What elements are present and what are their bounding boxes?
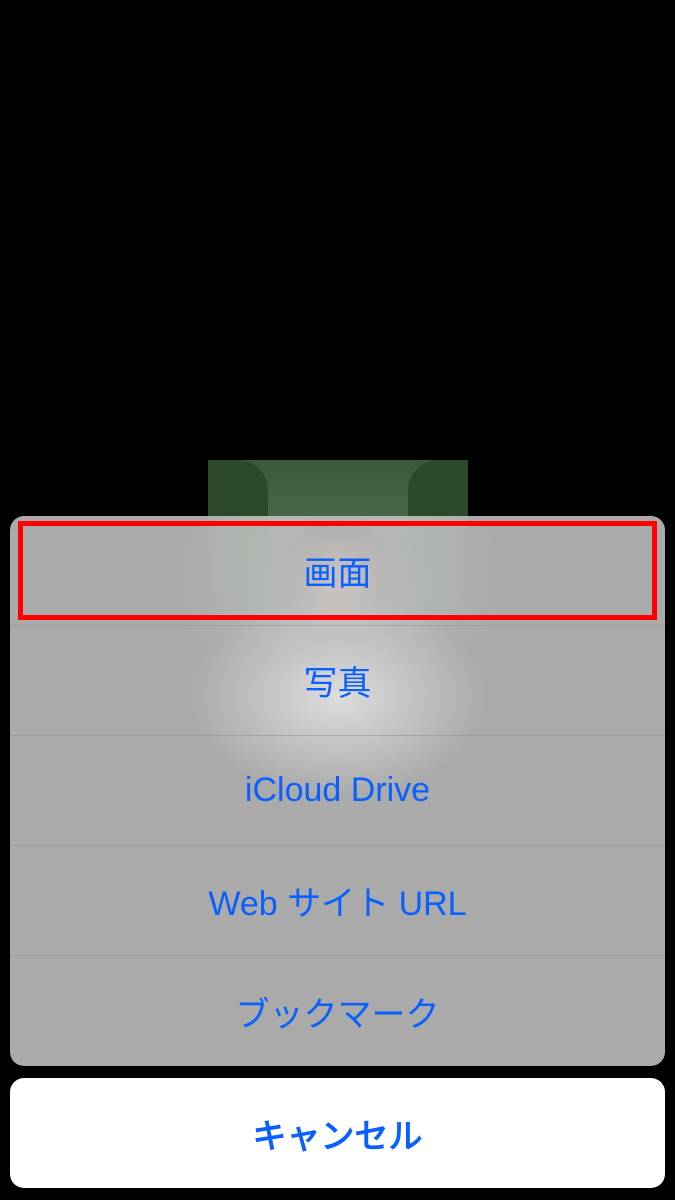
action-option-bookmarks[interactable]: ブックマーク	[10, 956, 665, 1066]
action-sheet-options-group: 画面 写真 iCloud Drive Web サイト URL ブックマーク	[10, 516, 665, 1066]
cancel-button-label: キャンセル	[253, 1109, 423, 1158]
action-option-icloud-drive[interactable]: iCloud Drive	[10, 736, 665, 846]
action-option-photos[interactable]: 写真	[10, 626, 665, 736]
action-option-label: Web サイト URL	[208, 876, 466, 925]
action-option-screen[interactable]: 画面	[10, 516, 665, 626]
action-option-label: 写真	[304, 656, 372, 705]
action-option-label: ブックマーク	[236, 987, 440, 1036]
action-option-label: 画面	[304, 546, 372, 595]
action-option-website-url[interactable]: Web サイト URL	[10, 846, 665, 956]
cancel-button[interactable]: キャンセル	[10, 1078, 665, 1188]
action-option-label: iCloud Drive	[245, 771, 430, 810]
action-sheet: 画面 写真 iCloud Drive Web サイト URL ブックマーク キャ…	[0, 516, 675, 1200]
